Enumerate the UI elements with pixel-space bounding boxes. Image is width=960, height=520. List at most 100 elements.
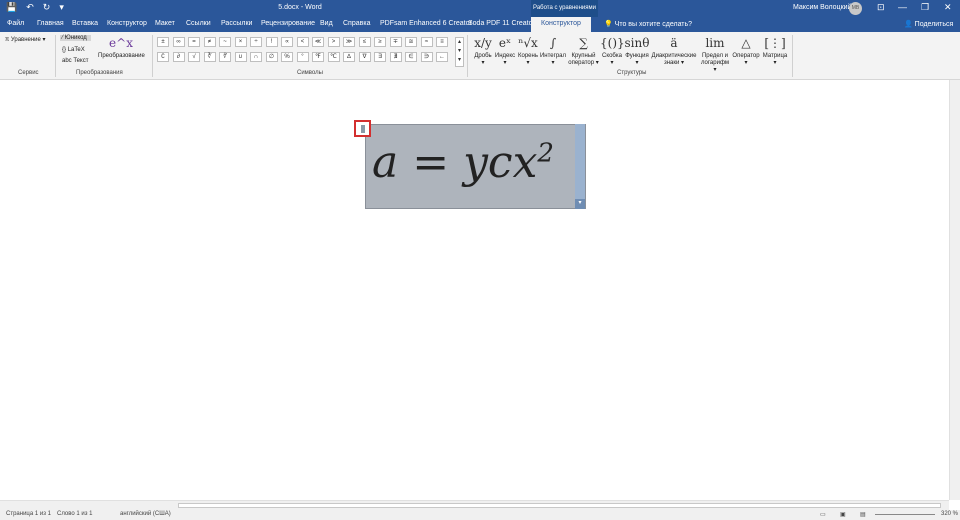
structure-button[interactable]: ä Диакритические знаки ▾ [650,33,698,67]
symbol-button[interactable]: ∞ [172,37,185,47]
unicode-option[interactable]: ⁄ Юникод [60,35,91,41]
convert-button[interactable]: e^x Преобразование [98,33,145,60]
tab-pdfsam[interactable]: PDFsam Enhanced 6 Creator [380,20,472,27]
structure-sublabel: логарифм ▾ [700,60,730,73]
tab-file[interactable]: Файл [7,20,24,27]
symbol-button[interactable]: ≥ [374,37,386,47]
symbol-button[interactable]: ÷ [250,37,262,47]
symbol-button[interactable]: ≅ [405,37,417,47]
symbol-button[interactable]: ∆ [343,52,355,62]
symbol-button[interactable]: × [234,37,247,47]
close-button[interactable]: ✕ [944,2,952,13]
structure-button[interactable]: △ Оператор ▾ [731,33,761,67]
zoom-level[interactable]: 320 % [941,511,958,517]
tab-mailings[interactable]: Рассылки [221,20,252,27]
symbol-button[interactable]: ≫ [343,37,355,47]
tab-insert[interactable]: Вставка [72,20,98,27]
symbol-button[interactable]: ← [436,52,448,62]
structure-button[interactable]: {()} Скобка ▾ [600,33,625,67]
symbol-button[interactable]: ∈ [405,52,417,62]
symbol-button[interactable]: ∇ [358,52,371,62]
structure-button[interactable]: ∑ Крупный оператор ▾ [567,33,600,67]
symbol-button[interactable]: ∁ [157,52,169,62]
web-layout-icon[interactable]: ▤ [860,511,866,518]
ribbon-tabs: Файл Главная Вставка Конструктор Макет С… [0,17,960,32]
tab-review[interactable]: Рецензирование [261,20,315,27]
symbol-button[interactable]: ≤ [358,37,371,47]
horizontal-scrollbar[interactable] [0,500,949,510]
symbol-button[interactable]: ℉ [312,52,324,62]
symbol-button[interactable]: ∜ [219,52,231,62]
tab-soda[interactable]: Soda PDF 11 Creator [468,20,535,27]
structure-button[interactable]: lim Предел и логарифм ▾ [700,33,730,74]
structure-button[interactable]: ⁿ√x Корень ▾ [517,33,539,67]
latex-option[interactable]: {} LaTeX [62,47,85,53]
symbol-button[interactable]: ° [296,52,309,62]
equation-text[interactable]: a = ycx2 [372,137,554,188]
avatar[interactable]: МВ [849,2,862,15]
read-mode-icon[interactable]: ▭ [820,511,826,518]
structure-button[interactable]: [⋮] Матрица ▾ [761,33,789,67]
ribbon-options-icon[interactable]: ⊡ [877,2,885,13]
symbol-button[interactable]: ∄ [389,52,402,62]
symbol-button[interactable]: ! [265,37,278,47]
symbol-button[interactable]: ∓ [389,37,402,47]
tab-design[interactable]: Конструктор [107,20,147,27]
structure-sublabel: знаки ▾ [663,60,685,66]
maximize-button[interactable]: ❐ [921,2,929,13]
symbol-button[interactable]: < [296,37,309,47]
tab-layout[interactable]: Макет [155,20,175,27]
status-words[interactable]: Слово 1 из 1 [57,511,92,517]
symbol-button[interactable]: > [327,37,340,47]
symbol-button[interactable]: ∩ [250,52,262,62]
equation-box[interactable]: a = ycx2 [365,124,586,209]
structure-label: Крупный [571,53,596,59]
structure-button[interactable]: eˣ Индекс ▾ [494,33,516,67]
convert-label: Преобразование [98,53,145,59]
print-layout-icon[interactable]: ▣ [840,511,846,518]
share-button[interactable]: 👤 Поделиться [904,20,953,28]
vertical-scrollbar[interactable] [949,80,960,500]
status-language[interactable]: английский (США) [120,511,171,517]
symbols-more-button[interactable]: ▴ ▾ ▾ [455,37,464,67]
structure-button[interactable]: x/y Дробь ▾ [472,33,494,67]
equation-options-bar[interactable] [575,124,585,209]
symbol-button[interactable]: ≠ [203,37,216,47]
symbol-button[interactable]: ∪ [234,52,247,62]
symbol-button[interactable]: ≡ [436,37,448,47]
equation-move-handle[interactable] [354,120,371,137]
tab-help[interactable]: Справка [343,20,370,27]
symbol-button[interactable]: ∝ [281,37,293,47]
tell-me-search[interactable]: 💡 Что вы хотите сделать? [604,20,692,28]
zoom-slider[interactable] [875,514,935,515]
equation-button[interactable]: π Уравнение ▾ [5,36,46,43]
text-option[interactable]: abc Текст [62,58,88,64]
scrollbar-thumb[interactable] [178,503,941,508]
structure-sublabel: ▾ [744,60,748,66]
symbol-button[interactable]: ± [157,37,169,47]
user-name[interactable]: Максим Волоцкий [793,4,851,11]
minimize-button[interactable]: — [898,2,907,12]
symbol-button[interactable]: ∂ [172,52,185,62]
symbol-button[interactable]: ∛ [203,52,216,62]
symbol-button[interactable]: ∃ [374,52,386,62]
symbol-button[interactable]: ∅ [265,52,278,62]
equation-options-dropdown-icon[interactable]: ▾ [575,199,585,209]
status-page[interactable]: Страница 1 из 1 [6,511,51,517]
symbol-button[interactable]: ≪ [312,37,324,47]
tab-equation-design[interactable]: Конструктор [531,17,591,32]
structure-button[interactable]: ∫ Интеграл ▾ [539,33,567,67]
structure-sublabel: ▾ [610,60,614,66]
tab-references[interactable]: Ссылки [186,20,211,27]
tab-view[interactable]: Вид [320,20,333,27]
symbol-button[interactable]: ∋ [420,52,433,62]
symbol-button[interactable]: % [281,52,293,62]
symbol-button[interactable]: ~ [219,37,231,47]
group-label-transform: Преобразования [76,70,123,76]
structure-button[interactable]: sinθ Функция ▾ [624,33,650,67]
symbol-button[interactable]: = [188,37,200,47]
tab-home[interactable]: Главная [37,20,64,27]
symbol-button[interactable]: ℃ [327,52,340,62]
symbol-button[interactable]: √ [188,52,200,62]
symbol-button[interactable]: ≈ [420,37,433,47]
